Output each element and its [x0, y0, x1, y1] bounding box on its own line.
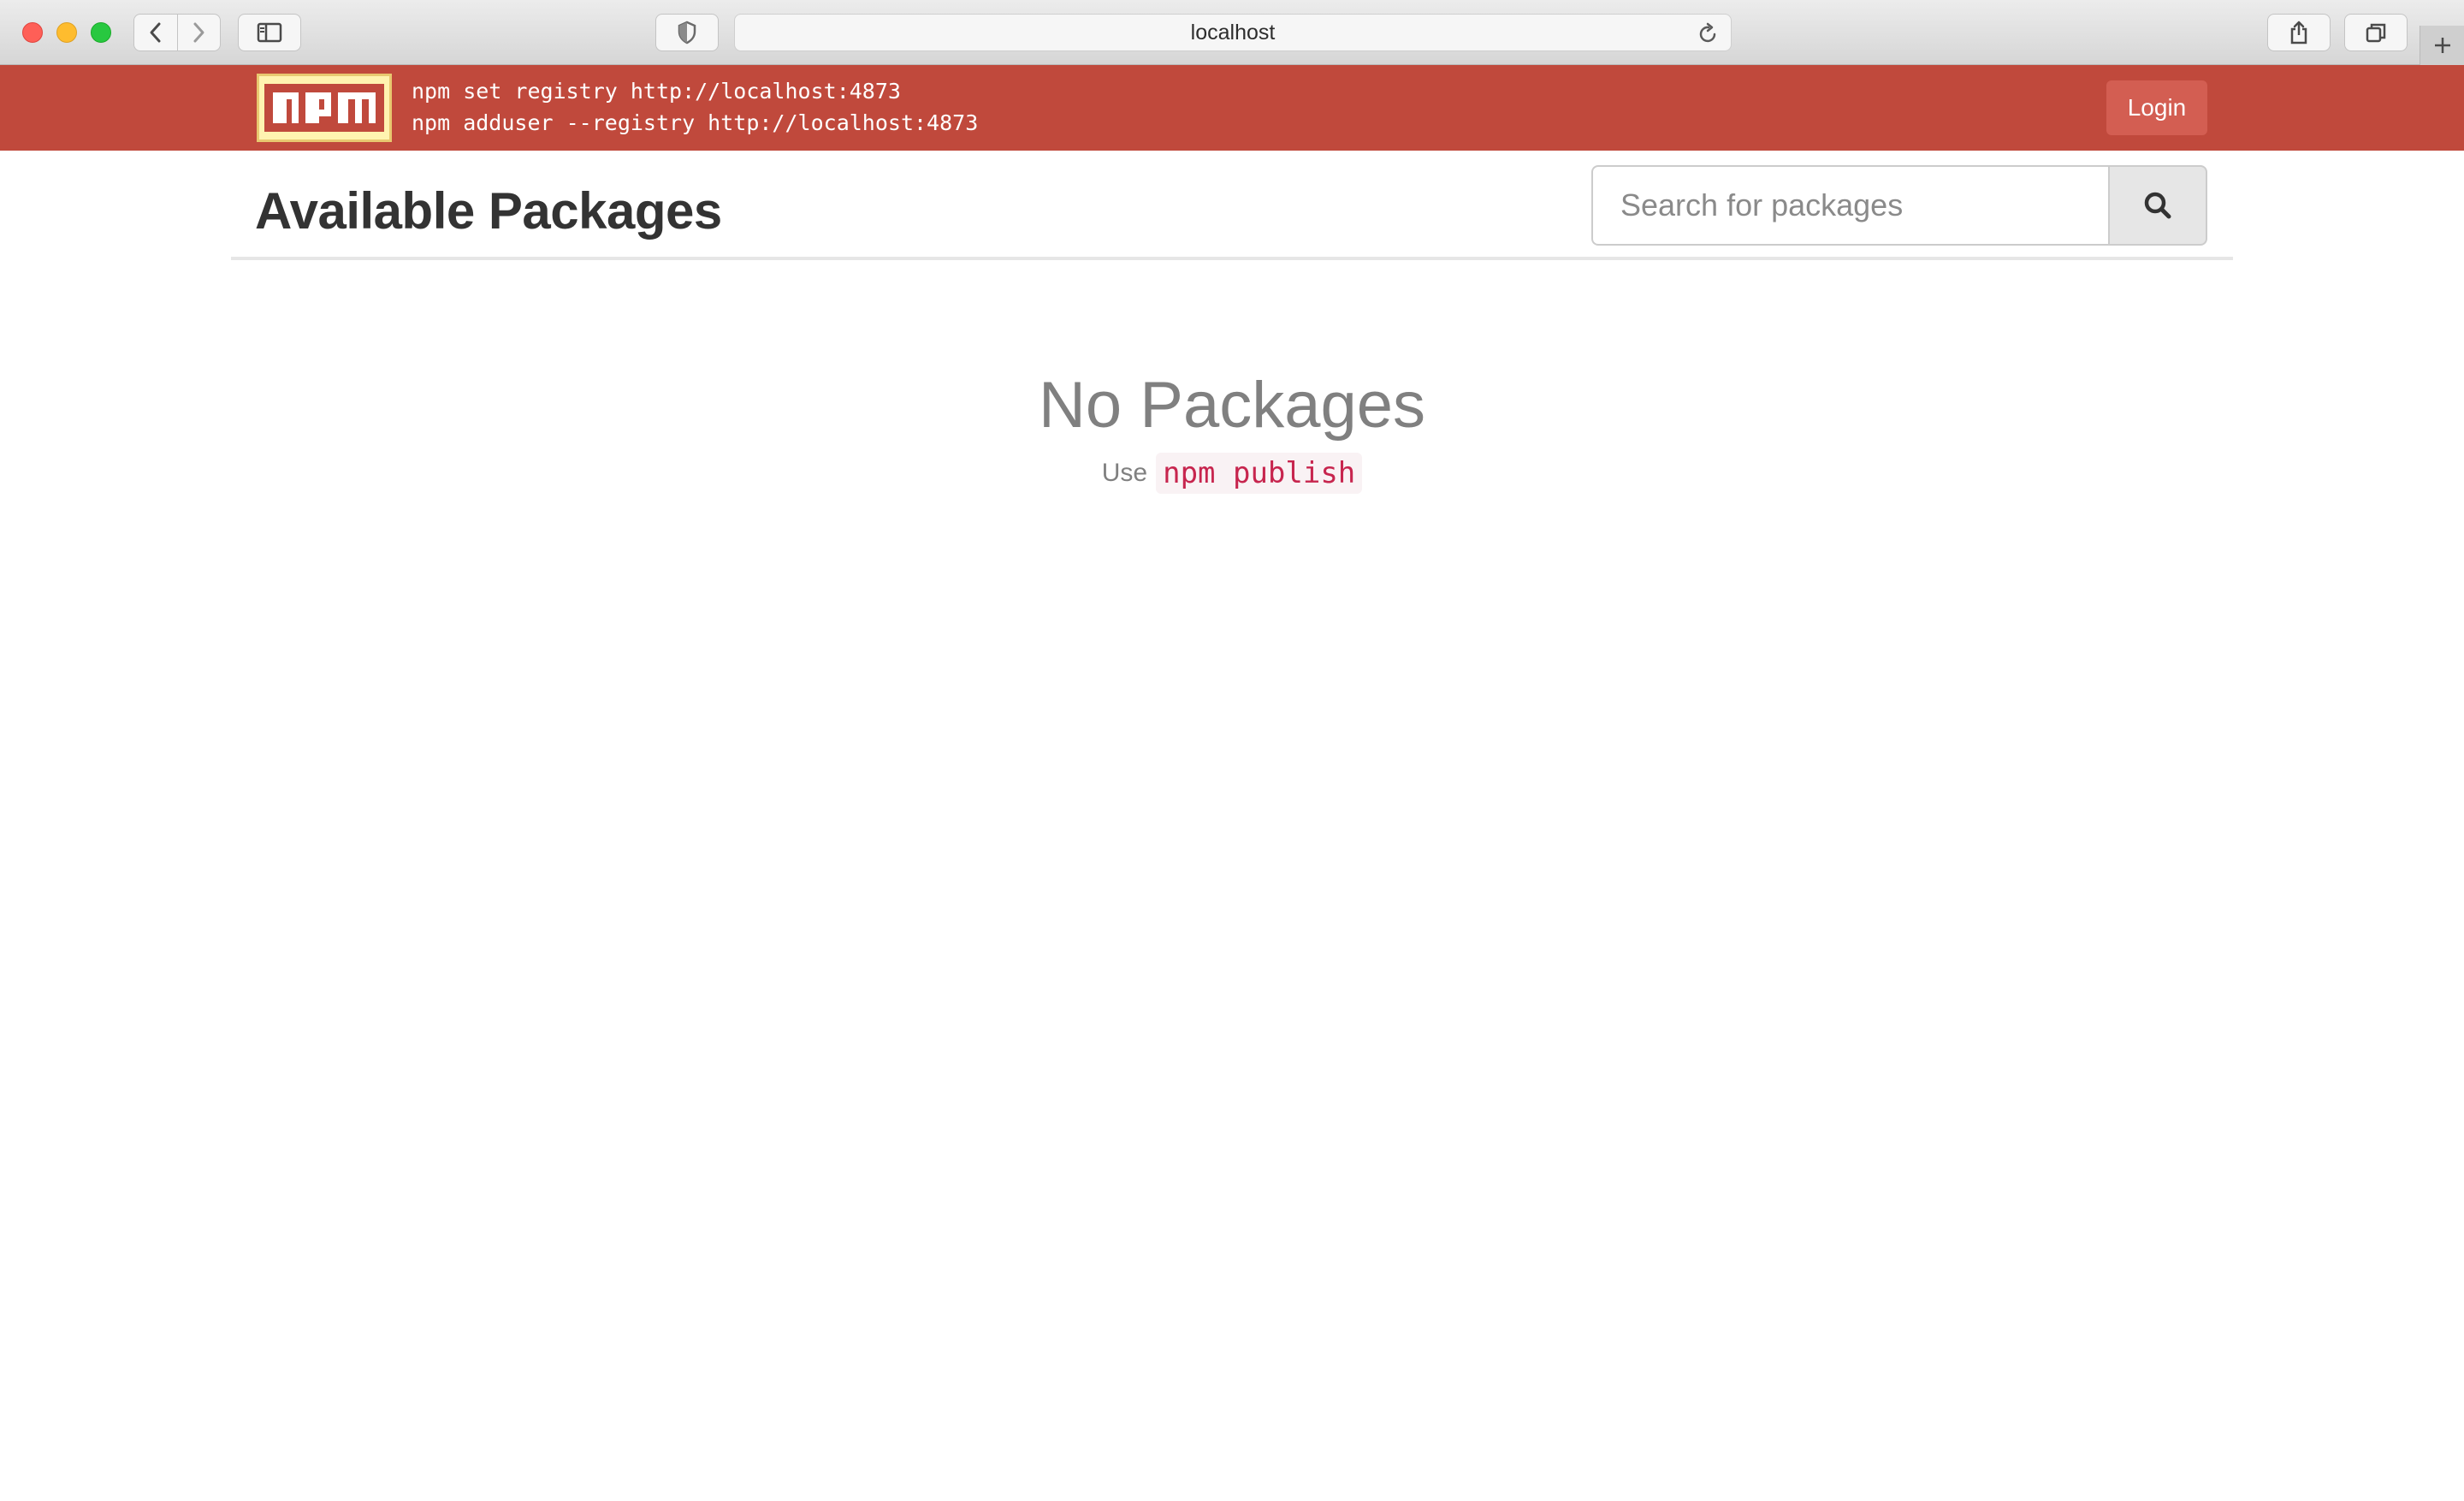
- adduser-command: npm adduser --registry http://localhost:…: [412, 110, 979, 135]
- npm-logo[interactable]: [257, 74, 392, 142]
- reload-button[interactable]: [1698, 22, 1719, 50]
- search-button[interactable]: [2108, 165, 2207, 246]
- forward-button[interactable]: [176, 15, 221, 50]
- address-bar[interactable]: localhost: [734, 14, 1732, 51]
- header-divider: [231, 257, 2233, 260]
- sidebar-icon: [257, 22, 282, 43]
- chevron-left-icon: [150, 22, 161, 43]
- page-title: Available Packages: [255, 182, 722, 240]
- sidebar-button[interactable]: [238, 14, 301, 51]
- chevron-right-icon: [193, 22, 204, 43]
- tab-overview-button[interactable]: [2344, 14, 2408, 51]
- privacy-shield-icon: [678, 21, 696, 44]
- new-tab-button[interactable]: [2420, 26, 2464, 65]
- search-input[interactable]: [1591, 165, 2108, 246]
- share-button[interactable]: [2267, 14, 2331, 51]
- npm-logo-mark: [264, 84, 384, 132]
- browser-toolbar: localhost: [0, 0, 2464, 65]
- publish-command: npm publish: [1156, 453, 1363, 494]
- address-text: localhost: [1190, 20, 1276, 44]
- empty-state-hint: Use npm publish: [0, 453, 2464, 494]
- privacy-report-button[interactable]: [655, 14, 719, 51]
- minimize-window-button[interactable]: [56, 22, 77, 43]
- zoom-window-button[interactable]: [91, 22, 111, 43]
- magnifier-icon: [2144, 192, 2171, 219]
- login-button[interactable]: Login: [2106, 80, 2207, 135]
- share-icon: [2290, 21, 2307, 44]
- package-search: [1591, 165, 2207, 246]
- plus-icon: [2434, 38, 2450, 53]
- hint-prefix: Use: [1101, 459, 1148, 487]
- tabs-overview-icon: [2366, 23, 2386, 43]
- set-registry-command: npm set registry http://localhost:4873: [412, 79, 901, 104]
- registry-header: npm set registry http://localhost:4873 n…: [0, 65, 2464, 151]
- close-window-button[interactable]: [22, 22, 43, 43]
- empty-state: No Packages Use npm publish: [0, 368, 2464, 494]
- history-navigation: [133, 14, 221, 51]
- registry-setup-commands: npm set registry http://localhost:4873 n…: [412, 75, 978, 139]
- reload-icon: [1699, 22, 1716, 43]
- empty-state-title: No Packages: [1038, 369, 1426, 442]
- back-button[interactable]: [134, 15, 177, 50]
